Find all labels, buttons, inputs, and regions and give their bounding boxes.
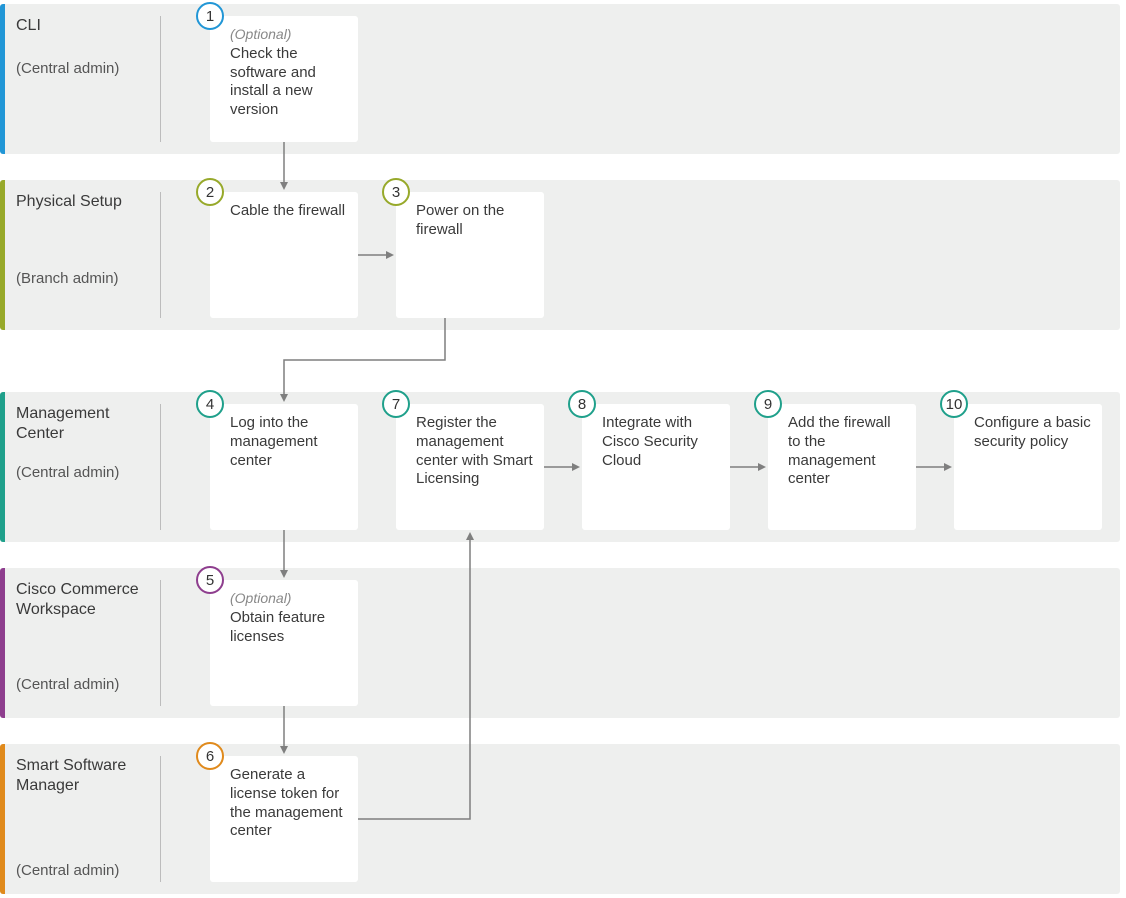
step-1-num: 1 [196,2,224,30]
step-1-label: Check the software and install a new ver… [230,45,316,118]
lane-accent-physical [0,180,5,330]
step-8: 8 Integrate with Cisco Security Cloud [582,404,730,530]
step-3-label: Power on the firewall [396,192,544,250]
lane-title-cli: CLI [16,16,41,36]
step-6: 6 Generate a license token for the manag… [210,756,358,882]
step-8-num: 8 [568,390,596,418]
step-10: 10 Configure a basic security policy [954,404,1102,530]
lane-title-ssm: Smart Software Manager [16,756,146,796]
step-2-label: Cable the firewall [210,192,358,231]
lane-divider-physical [160,192,161,318]
lane-divider-mgmt [160,404,161,530]
step-9-label: Add the firewall to the management cente… [768,404,916,499]
lane-title-mgmt: Management Center [16,404,146,444]
lane-accent-ccw [0,568,5,718]
step-4-label: Log into the management center [210,404,358,480]
swimlane-cli: CLI (Central admin) [0,4,1120,154]
step-1-optional: (Optional) [230,26,291,42]
lane-divider-ccw [160,580,161,706]
step-9: 9 Add the firewall to the management cen… [768,404,916,530]
step-9-num: 9 [754,390,782,418]
step-2: 2 Cable the firewall [210,192,358,318]
swimlane-ccw: Cisco Commerce Workspace (Central admin) [0,568,1120,718]
lane-divider-cli [160,16,161,142]
step-7: 7 Register the management center with Sm… [396,404,544,530]
step-5-text: (Optional) Obtain feature licenses [210,580,358,656]
arrow-3-to-4 [284,318,445,400]
step-5-num: 5 [196,566,224,594]
swimlane-physical: Physical Setup (Branch admin) [0,180,1120,330]
step-7-num: 7 [382,390,410,418]
step-1-text: (Optional) Check the software and instal… [210,16,358,130]
step-10-label: Configure a basic security policy [954,404,1102,462]
lane-sub-cli: (Central admin) [16,60,119,77]
lane-sub-physical: (Branch admin) [16,270,119,287]
swimlane-ssm: Smart Software Manager (Central admin) [0,744,1120,894]
workflow-diagram: CLI (Central admin) Physical Setup (Bran… [0,0,1126,898]
step-1: 1 (Optional) Check the software and inst… [210,16,358,142]
lane-title-physical: Physical Setup [16,192,122,212]
lane-sub-ccw: (Central admin) [16,676,119,693]
step-3: 3 Power on the firewall [396,192,544,318]
step-4: 4 Log into the management center [210,404,358,530]
lane-accent-cli [0,4,5,154]
lane-sub-ssm: (Central admin) [16,862,119,879]
lane-divider-ssm [160,756,161,882]
lane-title-ccw: Cisco Commerce Workspace [16,580,146,620]
step-2-num: 2 [196,178,224,206]
step-5: 5 (Optional) Obtain feature licenses [210,580,358,706]
step-10-num: 10 [940,390,968,418]
step-6-num: 6 [196,742,224,770]
lane-accent-ssm [0,744,5,894]
step-3-num: 3 [382,178,410,206]
step-4-num: 4 [196,390,224,418]
step-6-label: Generate a license token for the managem… [210,756,358,851]
step-7-label: Register the management center with Smar… [396,404,544,499]
step-5-label: Obtain feature licenses [230,609,325,645]
step-5-optional: (Optional) [230,590,291,606]
lane-accent-mgmt [0,392,5,542]
step-8-label: Integrate with Cisco Security Cloud [582,404,730,480]
lane-sub-mgmt: (Central admin) [16,464,119,481]
